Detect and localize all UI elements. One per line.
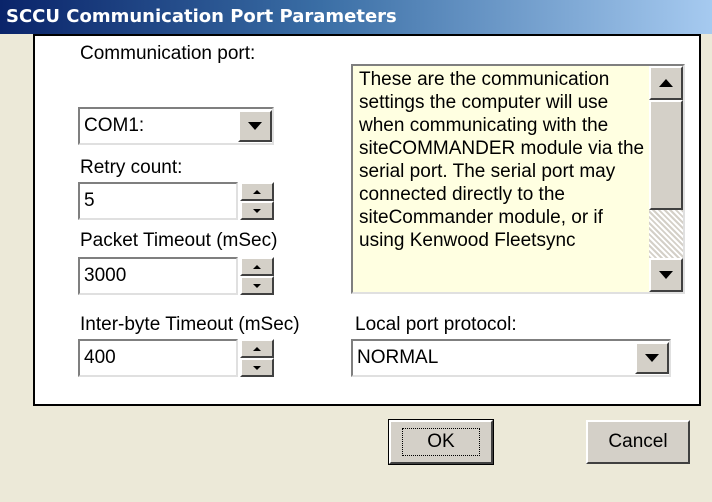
cancel-button-label: Cancel bbox=[608, 431, 668, 452]
spin-up-icon bbox=[253, 189, 261, 194]
packet-timeout-spinner[interactable] bbox=[240, 257, 274, 295]
packet-timeout-input[interactable]: 3000 bbox=[78, 257, 238, 295]
scroll-down-icon bbox=[659, 271, 673, 279]
interbyte-timeout-input[interactable]: 400 bbox=[78, 339, 238, 377]
packet-timeout-label: Packet Timeout (mSec) bbox=[80, 230, 278, 251]
cancel-button[interactable]: Cancel bbox=[586, 420, 690, 464]
scroll-down-button[interactable] bbox=[649, 258, 683, 292]
retry-count-spinner[interactable] bbox=[240, 182, 274, 220]
scroll-up-button[interactable] bbox=[649, 66, 683, 100]
spin-up-icon bbox=[253, 264, 261, 269]
title-bar: SCCU Communication Port Parameters bbox=[0, 0, 712, 34]
retry-count-value: 5 bbox=[84, 190, 95, 211]
scroll-thumb[interactable] bbox=[649, 100, 683, 210]
protocol-select[interactable]: NORMAL bbox=[351, 339, 671, 377]
spin-up-icon bbox=[253, 346, 261, 351]
retry-count-label: Retry count: bbox=[80, 157, 183, 178]
info-scrollbar[interactable] bbox=[649, 66, 683, 292]
interbyte-timeout-label: Inter-byte Timeout (mSec) bbox=[80, 314, 300, 335]
retry-count-input[interactable]: 5 bbox=[78, 182, 238, 220]
spin-down-icon bbox=[253, 365, 261, 370]
spin-down-icon bbox=[253, 283, 261, 288]
packet-timeout-spin-down[interactable] bbox=[240, 276, 274, 295]
info-text: These are the communication settings the… bbox=[359, 69, 645, 251]
ok-button[interactable]: OK bbox=[388, 419, 494, 465]
protocol-value: NORMAL bbox=[357, 347, 439, 368]
scroll-track[interactable] bbox=[649, 210, 683, 258]
packet-timeout-value: 3000 bbox=[84, 265, 127, 286]
window-title: SCCU Communication Port Parameters bbox=[6, 6, 397, 27]
retry-count-spin-down[interactable] bbox=[240, 201, 274, 220]
comm-port-label: Communication port: bbox=[80, 43, 256, 64]
comm-port-value: COM1: bbox=[84, 115, 145, 136]
protocol-label: Local port protocol: bbox=[355, 314, 517, 335]
scroll-up-icon bbox=[659, 79, 673, 87]
interbyte-timeout-value: 400 bbox=[84, 347, 116, 368]
info-textbox[interactable]: These are the communication settings the… bbox=[351, 64, 685, 294]
retry-count-spin-up[interactable] bbox=[240, 182, 274, 201]
interbyte-timeout-spinner[interactable] bbox=[240, 339, 274, 377]
ok-button-label: OK bbox=[402, 428, 480, 456]
spin-down-icon bbox=[253, 208, 261, 213]
interbyte-timeout-spin-up[interactable] bbox=[240, 339, 274, 358]
interbyte-timeout-spin-down[interactable] bbox=[240, 358, 274, 377]
comm-port-dropdown-button[interactable] bbox=[238, 110, 272, 142]
packet-timeout-spin-up[interactable] bbox=[240, 257, 274, 276]
chevron-down-icon bbox=[645, 354, 659, 362]
protocol-dropdown-button[interactable] bbox=[635, 342, 669, 374]
chevron-down-icon bbox=[248, 122, 262, 130]
